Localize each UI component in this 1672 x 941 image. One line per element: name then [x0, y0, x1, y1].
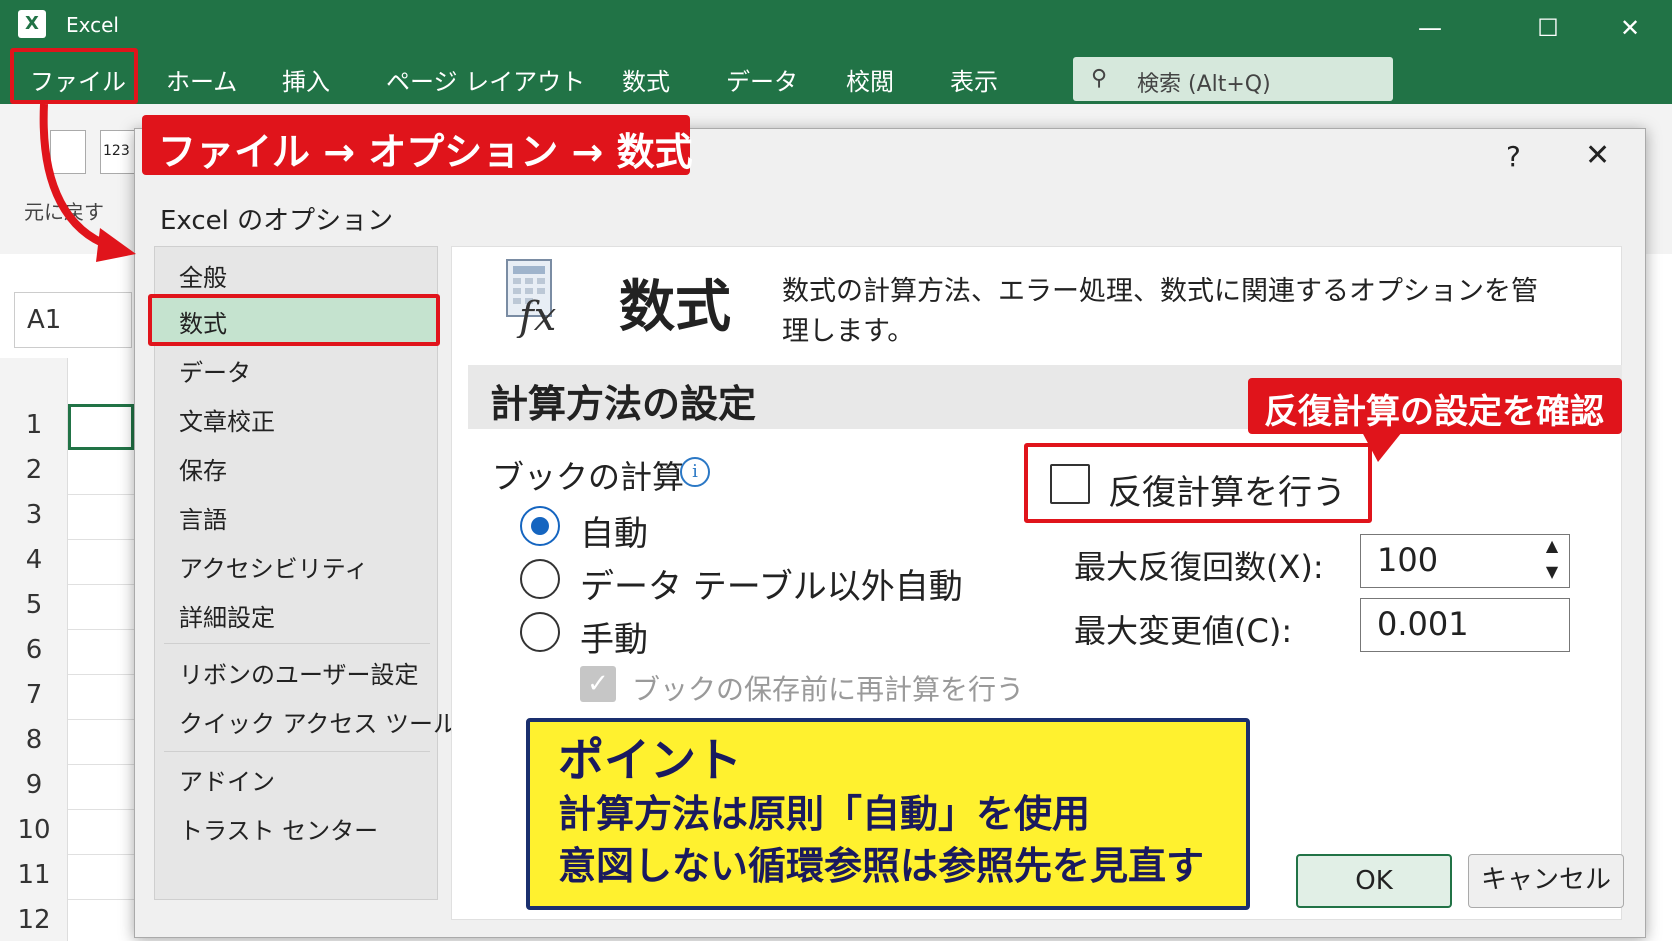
- nav-item-data[interactable]: データ: [179, 353, 251, 388]
- point-line-1: 計算方法は原則「自動」を使用: [558, 792, 1091, 836]
- radio-automatic[interactable]: [520, 506, 560, 546]
- excel-logo-icon: X: [18, 10, 46, 38]
- menu-insert[interactable]: 挿入: [282, 62, 330, 97]
- max-iterations-label: 最大反復回数(X):: [1074, 548, 1324, 586]
- maximize-button[interactable]: ☐: [1528, 14, 1568, 42]
- ok-button[interactable]: OK: [1296, 854, 1452, 908]
- section-title: 計算方法の設定: [490, 382, 757, 426]
- grid-line: [68, 899, 138, 900]
- active-cell[interactable]: [68, 404, 134, 450]
- max-change-label: 最大変更値(C):: [1074, 612, 1293, 650]
- row-header[interactable]: 11: [0, 860, 68, 890]
- grid-line: [68, 809, 138, 810]
- point-title: ポイント: [558, 733, 742, 787]
- point-line-2: 意図しない循環参照は参照先を見直す: [558, 844, 1205, 888]
- grid-line: [68, 854, 138, 855]
- close-window-button[interactable]: ✕: [1610, 14, 1650, 42]
- cancel-button[interactable]: キャンセル: [1468, 854, 1624, 908]
- app-window: X Excel — ☐ ✕ ファイル ホーム 挿入 ページ レイアウト 数式 デ…: [0, 0, 1672, 941]
- file-menu-highlight-box: [10, 48, 138, 104]
- grid-line: [68, 674, 138, 675]
- nav-item-save[interactable]: 保存: [179, 451, 227, 486]
- nav-item-trust-center[interactable]: トラスト センター: [179, 811, 378, 846]
- menu-review[interactable]: 校閲: [846, 62, 894, 97]
- spin-up-icon[interactable]: ▲: [1538, 536, 1566, 555]
- nav-item-language[interactable]: 言語: [179, 500, 227, 535]
- info-icon[interactable]: i: [680, 457, 710, 487]
- grid-line: [68, 494, 138, 495]
- svg-text:fx: fx: [516, 294, 556, 338]
- nav-divider: [164, 751, 430, 752]
- row-header[interactable]: 12: [0, 905, 68, 935]
- grid-line: [68, 764, 138, 765]
- nav-item-general[interactable]: 全般: [179, 258, 227, 293]
- menu-home[interactable]: ホーム: [166, 62, 237, 97]
- nav-item-advanced[interactable]: 詳細設定: [179, 598, 275, 633]
- workbook-calculation-label: ブックの計算: [492, 458, 685, 496]
- name-box[interactable]: A1: [14, 292, 132, 348]
- row-header[interactable]: 8: [0, 725, 68, 755]
- recalculate-before-save-label: ブックの保存前に再計算を行う: [632, 673, 1025, 706]
- page-heading: 数式: [619, 275, 731, 340]
- radio-label-manual: 手動: [580, 620, 648, 660]
- nav-item-proofing[interactable]: 文章校正: [179, 402, 275, 437]
- row-header[interactable]: 4: [0, 545, 68, 575]
- search-box[interactable]: ⚲ 検索 (Alt+Q): [1073, 57, 1393, 101]
- help-button[interactable]: ?: [1506, 140, 1521, 173]
- iterative-check-banner: 反復計算の設定を確認: [1248, 378, 1622, 434]
- radio-label-automatic-except-tables: データ テーブル以外自動: [580, 567, 963, 607]
- row-header[interactable]: 5: [0, 590, 68, 620]
- row-header[interactable]: 7: [0, 680, 68, 710]
- radio-manual[interactable]: [520, 612, 560, 652]
- formula-fx-icon: fx: [506, 259, 556, 338]
- grid-line: [68, 629, 138, 630]
- iterative-highlight-box: [1024, 443, 1372, 523]
- max-change-input[interactable]: 0.001: [1360, 598, 1570, 652]
- nav-item-customize-ribbon[interactable]: リボンのユーザー設定: [179, 655, 419, 690]
- radio-label-automatic: 自動: [580, 514, 648, 554]
- nav-item-accessibility[interactable]: アクセシビリティ: [179, 549, 368, 584]
- minimize-button[interactable]: —: [1410, 14, 1450, 42]
- menu-view[interactable]: 表示: [950, 62, 998, 97]
- dialog-title: Excel のオプション: [160, 206, 394, 236]
- grid-line: [68, 719, 138, 720]
- dialog-close-button[interactable]: ✕: [1585, 138, 1610, 173]
- app-title: Excel: [66, 13, 119, 37]
- grid-line: [68, 539, 138, 540]
- search-icon: ⚲: [1091, 66, 1108, 91]
- navigation-path-banner: ファイル → オプション → 数式: [142, 115, 693, 175]
- spin-down-icon[interactable]: ▼: [1538, 562, 1566, 581]
- undo-label: 元に戻す: [24, 200, 104, 224]
- search-placeholder: 検索 (Alt+Q): [1137, 72, 1271, 97]
- row-header[interactable]: 3: [0, 500, 68, 530]
- row-header[interactable]: 6: [0, 635, 68, 665]
- menu-formulas[interactable]: 数式: [622, 62, 670, 97]
- nav-divider: [164, 643, 430, 644]
- page-description: 数式の計算方法、エラー処理、数式に関連するオプションを管理します。: [782, 276, 1538, 347]
- undo-icon[interactable]: [50, 130, 86, 174]
- radio-selected-dot: [531, 517, 549, 535]
- menu-page-layout[interactable]: ページ レイアウト: [386, 62, 585, 97]
- row-header[interactable]: 9: [0, 770, 68, 800]
- grid-line: [68, 584, 138, 585]
- menu-bar: [0, 52, 1672, 104]
- row-header[interactable]: 10: [0, 815, 68, 845]
- formulas-nav-highlight-box: [148, 294, 440, 346]
- row-header[interactable]: 2: [0, 455, 68, 485]
- radio-automatic-except-tables[interactable]: [520, 559, 560, 599]
- point-note: ポイント 計算方法は原則「自動」を使用 意図しない循環参照は参照先を見直す: [526, 718, 1250, 910]
- nav-item-add-ins[interactable]: アドイン: [179, 762, 275, 797]
- menu-data[interactable]: データ: [726, 62, 798, 97]
- row-header[interactable]: 1: [0, 410, 68, 440]
- recalculate-before-save-checkbox[interactable]: ✓: [580, 666, 616, 702]
